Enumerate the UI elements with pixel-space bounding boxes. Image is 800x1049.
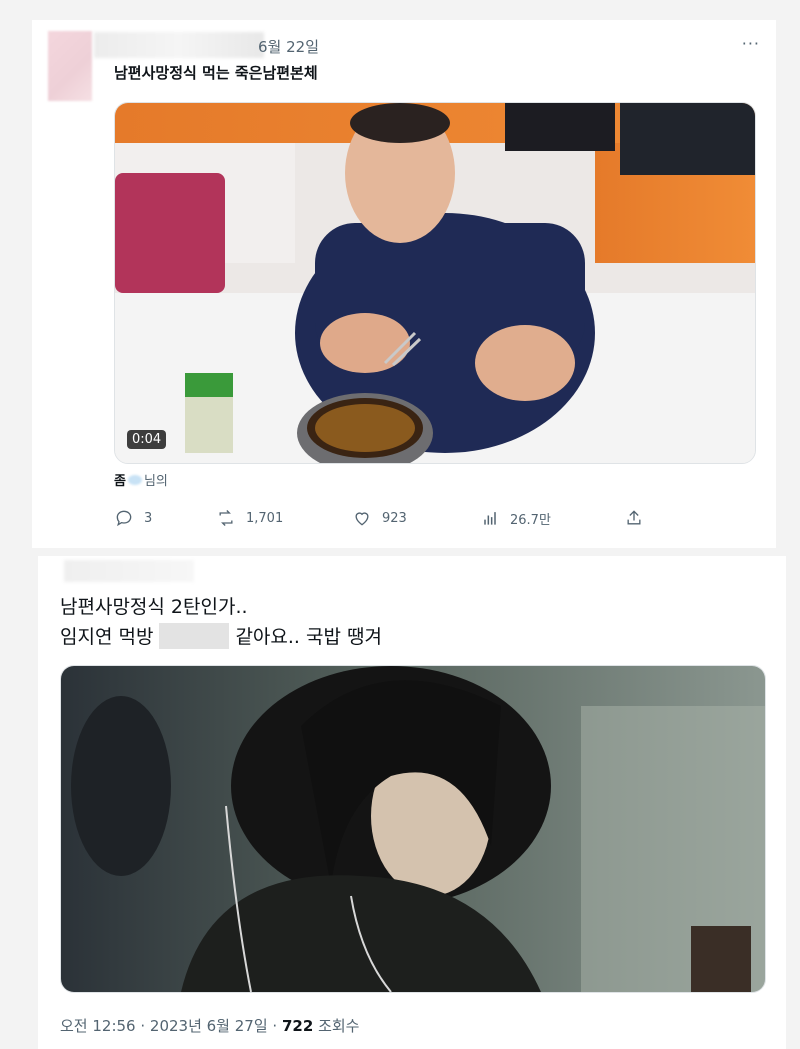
- username-blurred[interactable]: [64, 560, 194, 582]
- view-count: 722: [281, 1017, 314, 1035]
- tweet-text-line2: 임지연 먹방 같아요.. 국밥 땡겨: [60, 622, 382, 649]
- image-thumbnail: [61, 666, 765, 992]
- video-player[interactable]: 0:04: [114, 102, 756, 464]
- tweet-text-line1: 남편사망정식 2탄인가..: [60, 596, 248, 618]
- tweet-date[interactable]: 6월 22일: [258, 36, 319, 57]
- tweet-meta: 오전 12:56 · 2023년 6월 27일 · 722 조회수: [60, 1015, 359, 1036]
- views-icon: [484, 512, 496, 525]
- tweet-actions: 3 1,701 923 26.7만: [114, 508, 654, 532]
- quote-attribution[interactable]: 좀 님의: [114, 470, 168, 489]
- avatar-blurred[interactable]: [48, 31, 92, 101]
- retweet-icon: [219, 510, 233, 526]
- views-count: 26.7만: [510, 512, 551, 528]
- view-count-label: 조회수: [318, 1017, 360, 1035]
- retweet-button[interactable]: 1,701: [216, 508, 283, 528]
- reply-button[interactable]: 3: [114, 508, 152, 528]
- redacted-text: [159, 622, 230, 649]
- like-icon: [355, 512, 369, 526]
- tweet-text: 남편사망정식 먹는 죽은남편본체: [114, 64, 318, 82]
- like-button[interactable]: 923: [352, 508, 407, 528]
- username-blurred[interactable]: [94, 32, 264, 58]
- quote-suffix: 님의: [143, 474, 168, 489]
- tweet-card-2[interactable]: 남편사망정식 2탄인가.. 임지연 먹방 같아요.. 국밥 땡겨 오전 12:5…: [38, 556, 786, 1049]
- more-icon[interactable]: ···: [742, 34, 760, 53]
- tweet-image[interactable]: [60, 665, 766, 993]
- retweet-count: 1,701: [246, 510, 284, 526]
- video-thumbnail: [115, 103, 755, 463]
- views-button[interactable]: 26.7만: [480, 508, 551, 528]
- video-duration: 0:04: [127, 430, 167, 449]
- tweet-card-1[interactable]: 6월 22일 ··· 남편사망정식 먹는 죽은남편본체 0:04 좀 님의 3 …: [32, 20, 776, 548]
- share-icon: [627, 510, 641, 525]
- quote-name-prefix: 좀: [114, 474, 126, 489]
- like-count: 923: [382, 510, 407, 526]
- tweet-text-part2: 같아요.. 국밥 땡겨: [235, 626, 382, 648]
- tweet-text-part1: 임지연 먹방: [60, 626, 154, 648]
- reply-icon: [116, 510, 132, 527]
- reply-count: 3: [144, 510, 153, 526]
- share-button[interactable]: [624, 508, 644, 528]
- tweet-timestamp[interactable]: 오전 12:56 · 2023년 6월 27일 ·: [60, 1017, 277, 1035]
- blurred-name-icon: [127, 474, 142, 485]
